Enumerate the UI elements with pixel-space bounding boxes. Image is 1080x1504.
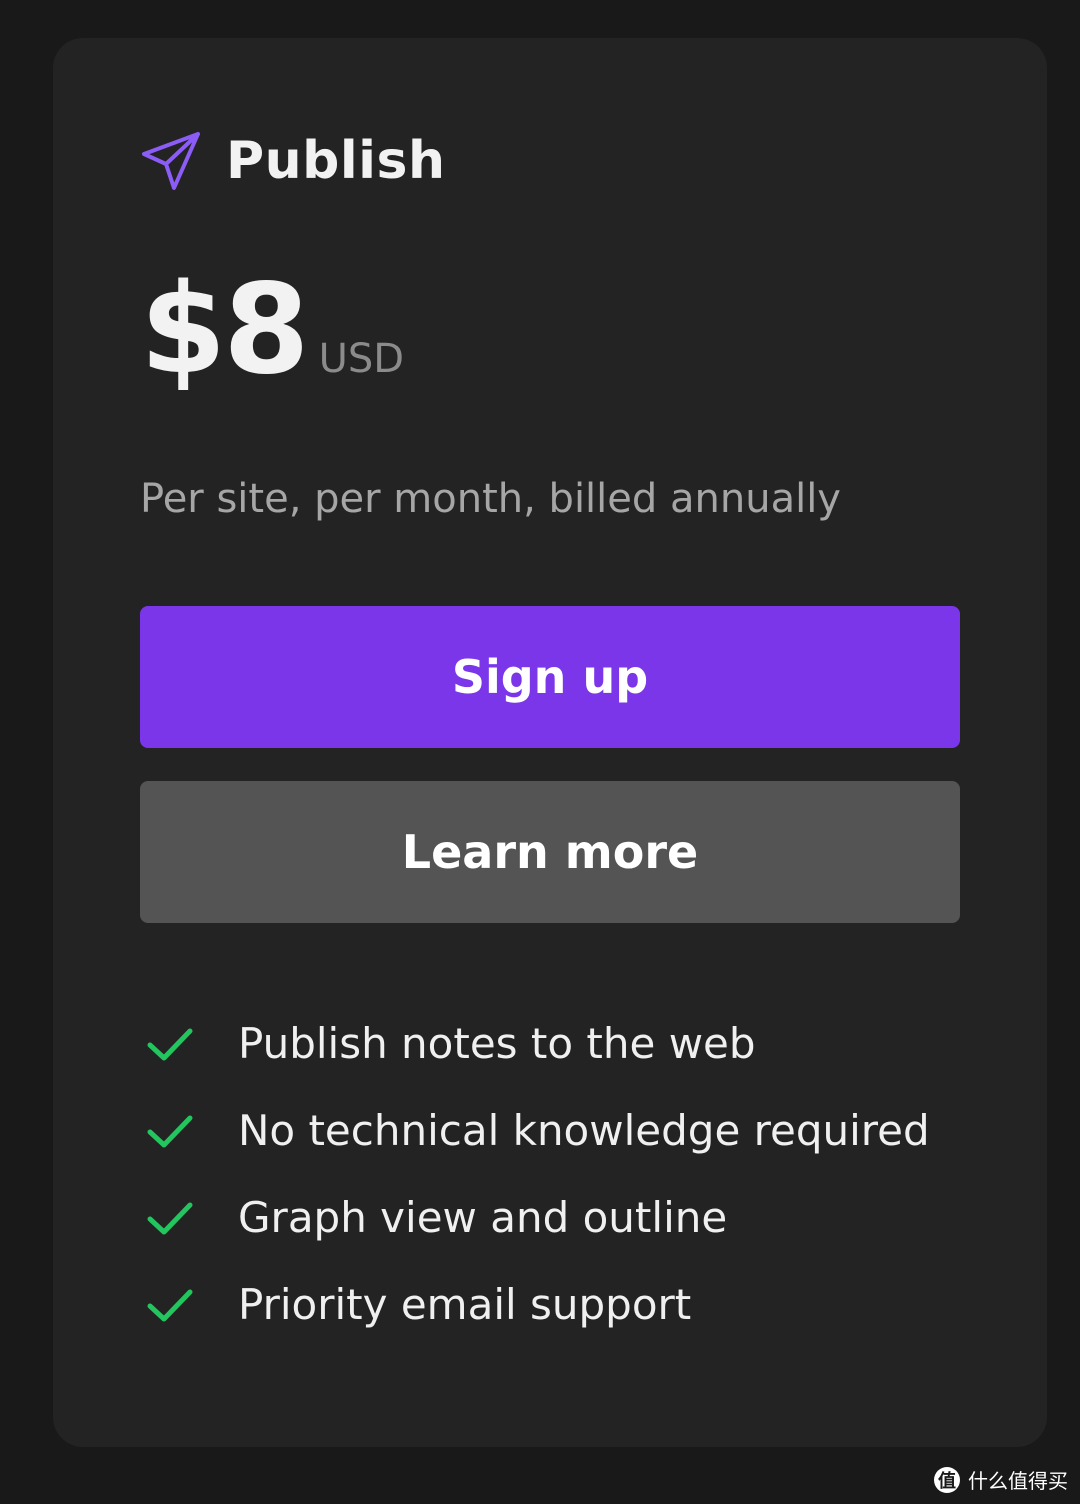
price-currency: USD bbox=[318, 336, 405, 382]
feature-text: Publish notes to the web bbox=[238, 1019, 756, 1068]
checkmark-icon bbox=[147, 1028, 193, 1060]
sign-up-button[interactable]: Sign up bbox=[140, 606, 960, 748]
pricing-card: Publish $8 USD Per site, per month, bill… bbox=[53, 38, 1047, 1447]
watermark-logo-icon: 值 bbox=[934, 1466, 960, 1493]
learn-more-button[interactable]: Learn more bbox=[140, 781, 960, 923]
feature-text: Priority email support bbox=[238, 1280, 692, 1329]
feature-text: No technical knowledge required bbox=[238, 1106, 930, 1155]
feature-item: Priority email support bbox=[140, 1261, 930, 1348]
checkmark-icon bbox=[147, 1289, 193, 1321]
feature-item: Graph view and outline bbox=[140, 1174, 930, 1261]
feature-text: Graph view and outline bbox=[238, 1193, 728, 1242]
plan-name: Publish bbox=[226, 131, 446, 191]
price-amount: $8 bbox=[140, 258, 310, 402]
feature-list: Publish notes to the web No technical kn… bbox=[140, 1000, 930, 1348]
watermark: 值 什么值得买 bbox=[934, 1465, 1068, 1494]
checkmark-icon bbox=[147, 1115, 193, 1147]
checkmark-icon bbox=[147, 1202, 193, 1234]
paper-plane-icon bbox=[142, 132, 200, 190]
billing-note: Per site, per month, billed annually bbox=[140, 476, 841, 522]
watermark-text: 什么值得买 bbox=[968, 1469, 1068, 1493]
plan-header: Publish bbox=[140, 130, 445, 192]
feature-item: No technical knowledge required bbox=[140, 1087, 930, 1174]
feature-item: Publish notes to the web bbox=[140, 1000, 930, 1087]
price-row: $8 USD bbox=[140, 256, 404, 405]
